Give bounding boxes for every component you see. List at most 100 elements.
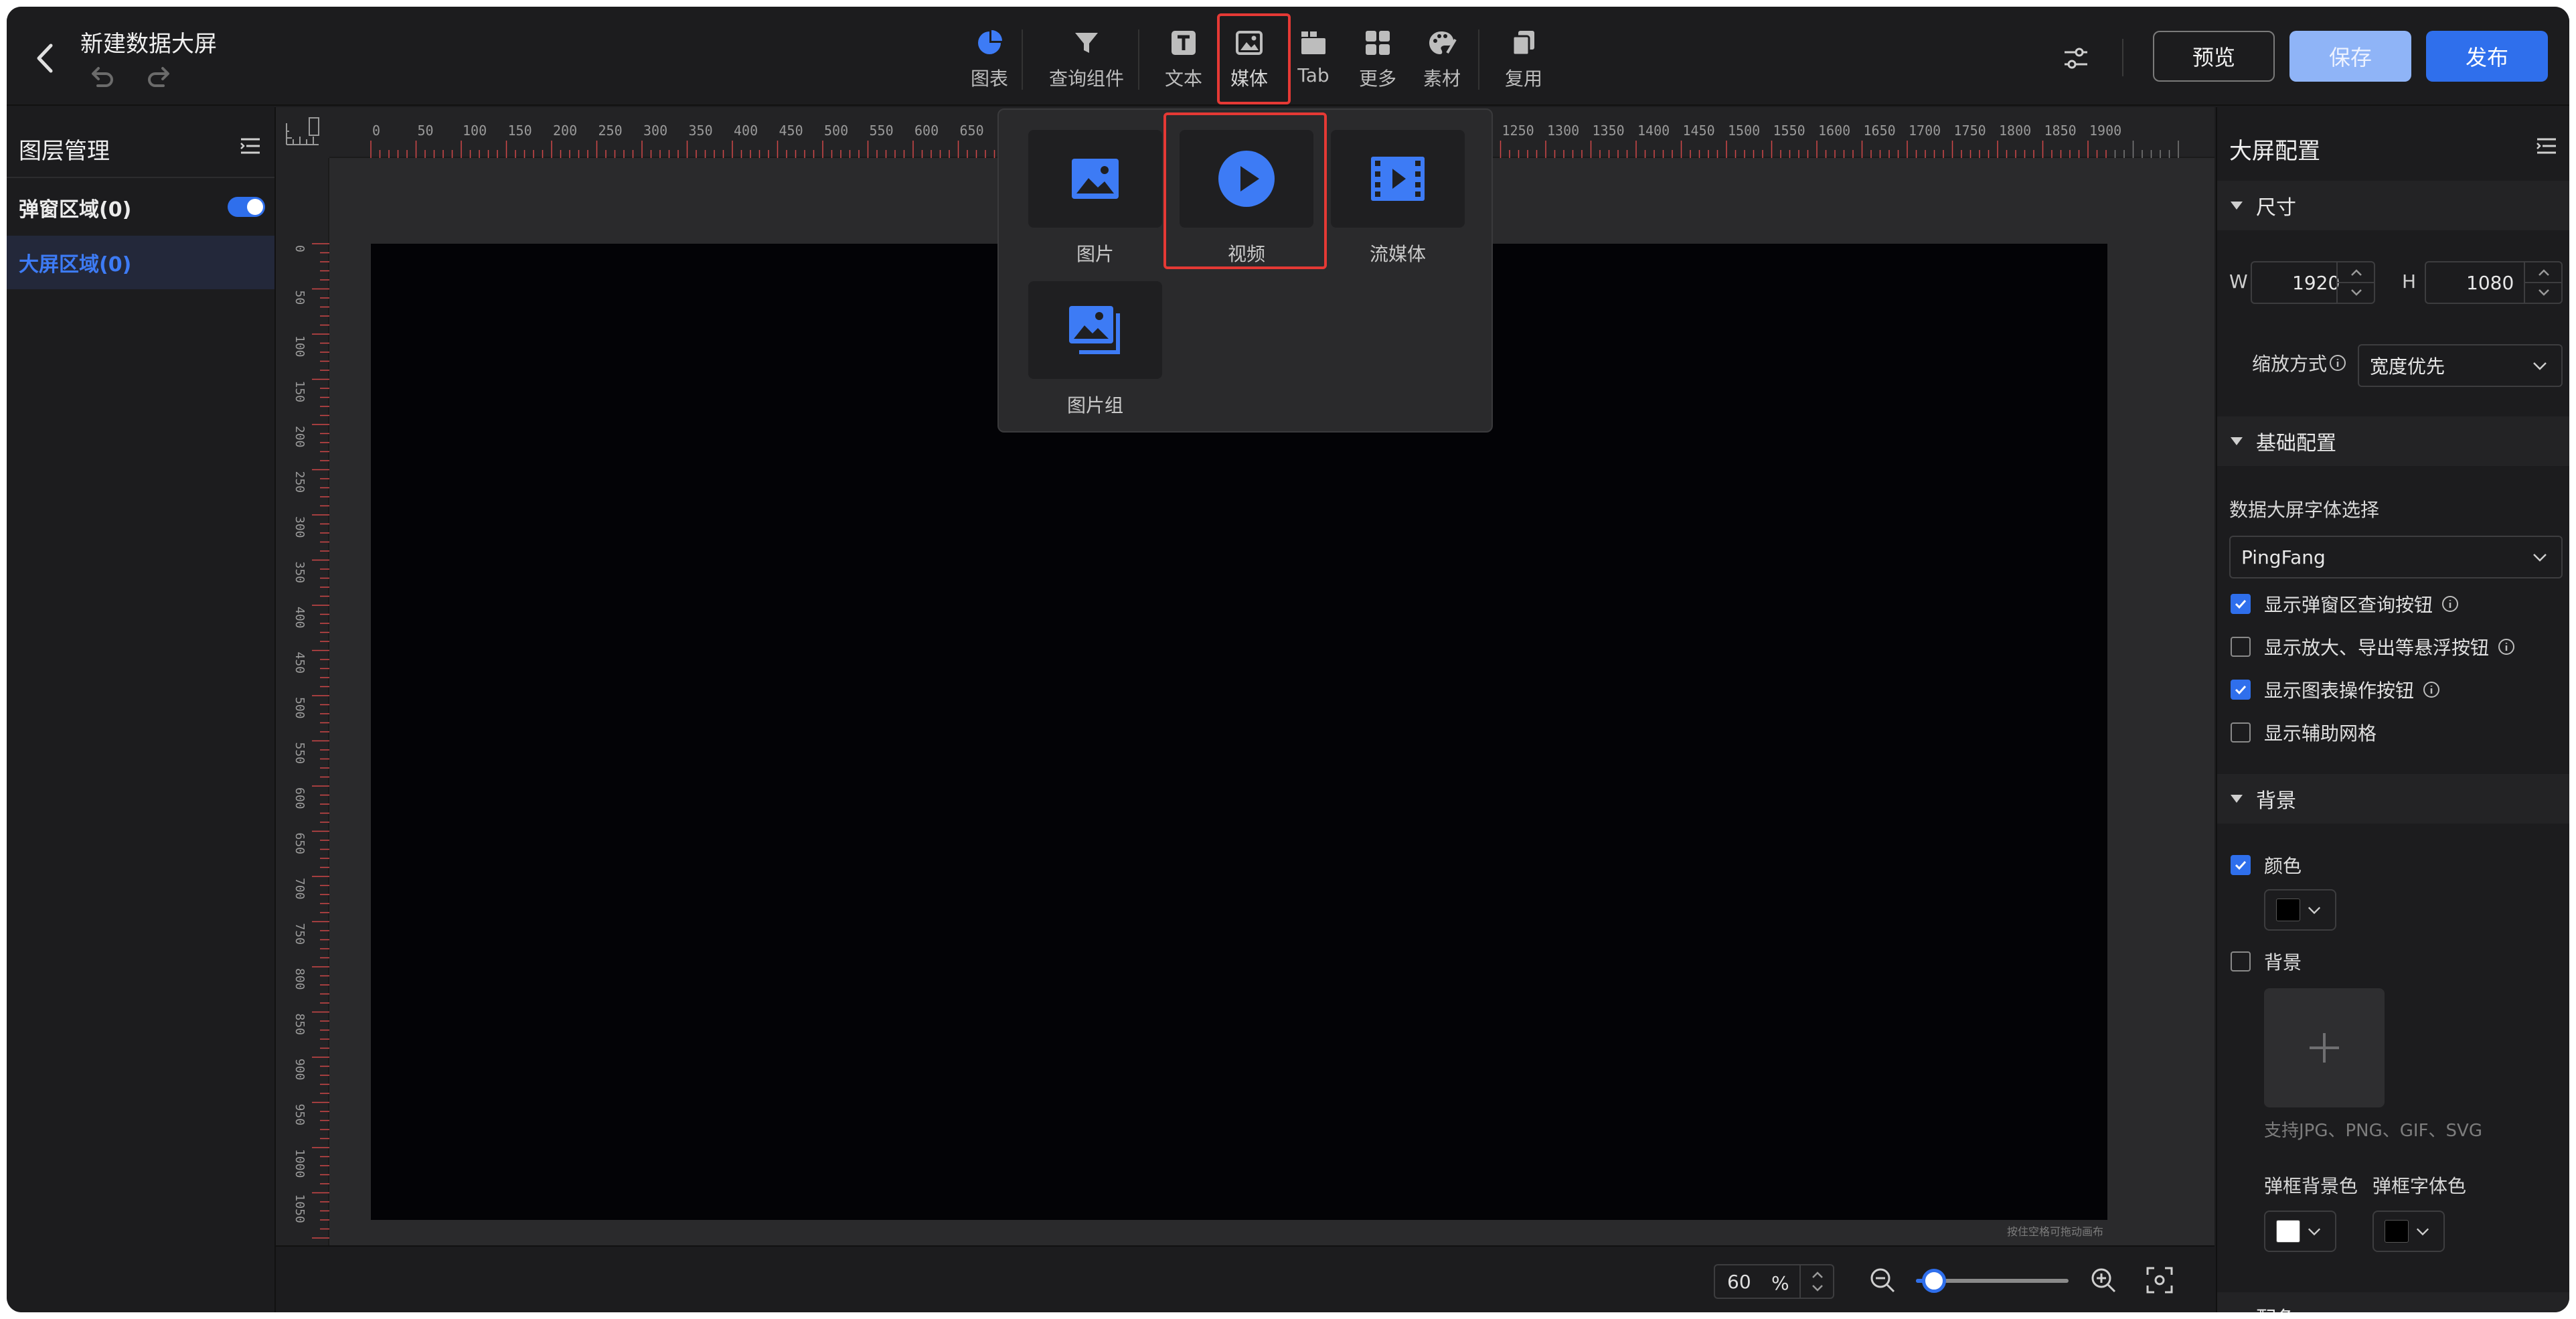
height-stepper[interactable] bbox=[2524, 262, 2563, 303]
media-item-image-group[interactable]: 图片组 bbox=[1028, 281, 1162, 418]
top-bar: 新建数据大屏 图表 查询组件 文本 媒体 Tab 更多 素材 复用 预览 保存 … bbox=[7, 7, 2569, 106]
section-basic-config[interactable]: 基础配置 bbox=[2217, 416, 2569, 466]
width-input[interactable]: 1920 bbox=[2251, 261, 2375, 304]
palette-icon bbox=[1429, 31, 1457, 54]
bg-upload-box[interactable] bbox=[2264, 988, 2385, 1107]
section-background[interactable]: 背景 bbox=[2217, 774, 2569, 824]
toolbar-tab[interactable]: Tab bbox=[1287, 21, 1340, 96]
checkbox-unchecked[interactable] bbox=[2231, 951, 2251, 972]
zoom-stepper[interactable] bbox=[1799, 1265, 1833, 1298]
zoom-out-icon bbox=[1870, 1268, 1895, 1293]
redo-button[interactable] bbox=[145, 62, 174, 91]
ruler-label: 1000 bbox=[293, 1149, 307, 1178]
ruler-label: 300 bbox=[643, 123, 667, 139]
info-icon[interactable] bbox=[2497, 637, 2516, 656]
media-item-streaming[interactable]: 流媒体 bbox=[1331, 130, 1465, 266]
preview-button[interactable]: 预览 bbox=[2153, 31, 2275, 82]
scale-mode-label: 缩放方式 bbox=[2252, 350, 2347, 376]
option-label: 显示辅助网格 bbox=[2264, 722, 2377, 745]
toolbar-media[interactable]: 媒体 bbox=[1222, 21, 1276, 96]
option-bg-image[interactable]: 背景 bbox=[2231, 948, 2302, 975]
filter-icon bbox=[1075, 33, 1098, 53]
font-select-value: PingFang bbox=[2241, 546, 2326, 568]
media-item-image[interactable]: 图片 bbox=[1028, 130, 1162, 266]
ruler-label: 1550 bbox=[1773, 123, 1805, 139]
ruler-label: 450 bbox=[293, 652, 307, 674]
popup-font-color-picker[interactable] bbox=[2372, 1211, 2445, 1252]
checkbox-checked[interactable] bbox=[2231, 594, 2251, 614]
option-chart-actions[interactable]: 显示图表操作按钮 bbox=[2231, 676, 2441, 703]
back-button[interactable] bbox=[32, 42, 59, 75]
zoom-slider[interactable] bbox=[1916, 1269, 2069, 1293]
zoom-in-button[interactable] bbox=[2089, 1265, 2118, 1295]
checkbox-unchecked[interactable] bbox=[2231, 637, 2251, 657]
zoom-out-button[interactable] bbox=[1868, 1265, 1897, 1295]
info-icon[interactable] bbox=[2328, 354, 2347, 372]
pie-chart-icon bbox=[978, 30, 1002, 54]
zoom-input[interactable]: 60 % bbox=[1714, 1264, 1834, 1299]
chevron-down-icon bbox=[2533, 554, 2547, 562]
config-collapse-button[interactable] bbox=[2534, 134, 2559, 158]
option-label: 显示弹窗区查询按钮 bbox=[2264, 594, 2433, 616]
fit-screen-icon bbox=[2146, 1267, 2173, 1294]
checkbox-checked[interactable] bbox=[2231, 680, 2251, 700]
sliders-icon bbox=[2065, 48, 2087, 69]
ruler-label: 400 bbox=[734, 123, 758, 139]
text-icon bbox=[1172, 31, 1196, 55]
image-group-icon bbox=[1069, 306, 1120, 354]
ruler-corner[interactable] bbox=[276, 107, 329, 158]
toolbar-more[interactable]: 更多 bbox=[1351, 21, 1404, 96]
toolbar-query-widget[interactable]: 查询组件 bbox=[1043, 21, 1130, 96]
scale-mode-value: 宽度优先 bbox=[2370, 356, 2445, 378]
vertical-ruler[interactable]: 0 50 100 150 200 250 300 350 400 450 500 550 600 650 7… bbox=[276, 158, 329, 1245]
ruler-label: 500 bbox=[824, 123, 848, 139]
info-icon[interactable] bbox=[2441, 595, 2460, 613]
scale-mode-label-text: 缩放方式 bbox=[2252, 353, 2328, 375]
option-popup-query-button[interactable]: 显示弹窗区查询按钮 bbox=[2231, 591, 2460, 617]
ruler-label: 450 bbox=[779, 123, 803, 139]
section-size-label: 尺寸 bbox=[2256, 196, 2296, 220]
menu-collapse-icon bbox=[240, 138, 260, 154]
height-input[interactable]: 1080 bbox=[2425, 261, 2563, 304]
save-button[interactable]: 保存 bbox=[2289, 31, 2411, 82]
section-color-scheme[interactable]: 配色 bbox=[2217, 1292, 2569, 1312]
grid-icon bbox=[1366, 31, 1390, 55]
stepper-arrows-icon bbox=[2351, 269, 2362, 296]
toolbar-material[interactable]: 素材 bbox=[1415, 21, 1469, 96]
popup-area-toggle[interactable] bbox=[228, 197, 265, 217]
layer-screen-area[interactable]: 大屏区域(0) bbox=[7, 236, 274, 289]
zoom-slider-thumb[interactable] bbox=[1922, 1269, 1946, 1293]
option-label: 显示图表操作按钮 bbox=[2264, 680, 2415, 702]
toolbar-reuse[interactable]: 复用 bbox=[1497, 21, 1550, 96]
section-size[interactable]: 尺寸 bbox=[2217, 181, 2569, 230]
font-select-label: 数据大屏字体选择 bbox=[2229, 499, 2380, 521]
media-item-video[interactable]: 视频 bbox=[1180, 130, 1313, 266]
scale-mode-select[interactable]: 宽度优先 bbox=[2358, 344, 2563, 387]
section-background-label: 背景 bbox=[2256, 789, 2296, 813]
color-swatch-black bbox=[2385, 1220, 2409, 1243]
info-icon[interactable] bbox=[2422, 680, 2441, 699]
option-float-buttons[interactable]: 显示放大、导出等悬浮按钮 bbox=[2231, 633, 2516, 660]
ruler-label: 0 bbox=[293, 245, 307, 252]
option-bg-color[interactable]: 颜色 bbox=[2231, 852, 2302, 878]
checkbox-unchecked[interactable] bbox=[2231, 722, 2251, 743]
settings-button[interactable] bbox=[2059, 42, 2093, 75]
checkbox-checked[interactable] bbox=[2231, 855, 2251, 875]
chevron-down-icon bbox=[2308, 1228, 2321, 1236]
ruler-label: 400 bbox=[293, 607, 307, 629]
font-select[interactable]: PingFang bbox=[2229, 536, 2563, 578]
fit-screen-button[interactable] bbox=[2145, 1265, 2174, 1295]
publish-button[interactable]: 发布 bbox=[2426, 31, 2548, 82]
ruler-label: 1500 bbox=[1728, 123, 1760, 139]
image-icon bbox=[1072, 159, 1119, 199]
undo-button[interactable] bbox=[87, 62, 116, 91]
collapse-button[interactable] bbox=[238, 134, 262, 158]
toolbar-chart[interactable]: 图表 bbox=[963, 21, 1016, 96]
option-helper-grid[interactable]: 显示辅助网格 bbox=[2231, 719, 2377, 746]
toolbar-text[interactable]: 文本 bbox=[1157, 21, 1210, 96]
popup-bg-color-picker[interactable] bbox=[2264, 1211, 2336, 1252]
bg-color-picker[interactable] bbox=[2264, 889, 2336, 931]
zoom-value: 60 bbox=[1727, 1270, 1751, 1293]
width-stepper[interactable] bbox=[2336, 262, 2375, 303]
ruler-label: 150 bbox=[293, 381, 307, 403]
